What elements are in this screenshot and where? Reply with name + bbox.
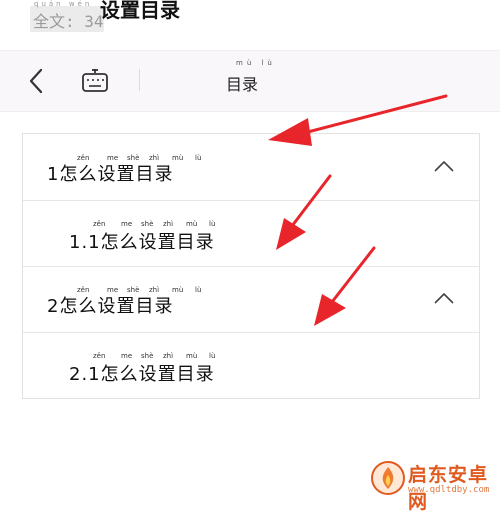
pinyin-lu: lù: [209, 220, 216, 228]
fire-logo-icon: [371, 461, 405, 495]
word-count: 全文: 34: [33, 12, 104, 31]
toc-item-label: 1.1怎么设置目录: [69, 232, 215, 253]
collapse-button[interactable]: [433, 158, 455, 172]
toc-item-label: 1怎么设置目录: [47, 164, 174, 185]
watermark: 启东安卓网 www.qdltdby.com: [368, 458, 500, 513]
toc-item-2[interactable]: zěn me shè zhì mù lù 2怎么设置目录: [23, 266, 479, 333]
toc-item-label: 2.1怎么设置目录: [69, 364, 215, 385]
collapse-button[interactable]: [433, 290, 455, 304]
chevron-up-icon: [434, 293, 454, 304]
pinyin-she: shè: [141, 220, 154, 228]
toc-item-label: 2怎么设置目录: [47, 296, 174, 317]
document-title: 设置目录: [100, 0, 180, 22]
pinyin-zhi: zhì: [163, 220, 174, 228]
pinyin-she: shè: [141, 352, 154, 360]
toolbar-title: 目录: [226, 75, 259, 94]
pinyin-mu: mù: [172, 154, 184, 162]
pinyin-lu: lù: [209, 352, 216, 360]
keyboard-icon: [82, 69, 108, 92]
watermark-url: www.qdltdby.com: [408, 485, 490, 495]
toc-item-1-1[interactable]: zěn me shè zhì mù lù 1.1怎么设置目录: [23, 200, 479, 267]
document-header: quán wén 全文: 34 设置目录: [0, 0, 500, 50]
toolbar-title-pinyin: mù lù: [236, 59, 276, 67]
back-button[interactable]: [24, 67, 48, 95]
toc-item-2-1[interactable]: zěn me shè zhì mù lù 2.1怎么设置目录: [23, 332, 479, 398]
pinyin-zen: zěn: [93, 352, 106, 360]
pinyin-mu: mù: [186, 352, 198, 360]
pinyin-lu: lù: [195, 154, 202, 162]
pinyin-lu: lù: [195, 286, 202, 294]
pinyin-mu: mù: [186, 220, 198, 228]
pinyin-mu: mù: [172, 286, 184, 294]
keyboard-button[interactable]: [80, 67, 110, 95]
toolbar-divider: [139, 69, 140, 91]
pinyin-zen: zěn: [93, 220, 106, 228]
toc-item-1[interactable]: zěn me shè zhì mù lù 1怎么设置目录: [23, 134, 479, 201]
pinyin-zhi: zhì: [163, 352, 174, 360]
toc-toolbar: mù lù 目录: [0, 50, 500, 112]
chevron-up-icon: [434, 161, 454, 172]
pinyin-me: me: [121, 220, 133, 228]
toc-list: zěn me shè zhì mù lù 1怎么设置目录 zěn me shè …: [22, 133, 480, 399]
chevron-left-icon: [29, 68, 43, 94]
pinyin-me: me: [121, 352, 133, 360]
word-count-pinyin: quán wén: [34, 0, 93, 8]
